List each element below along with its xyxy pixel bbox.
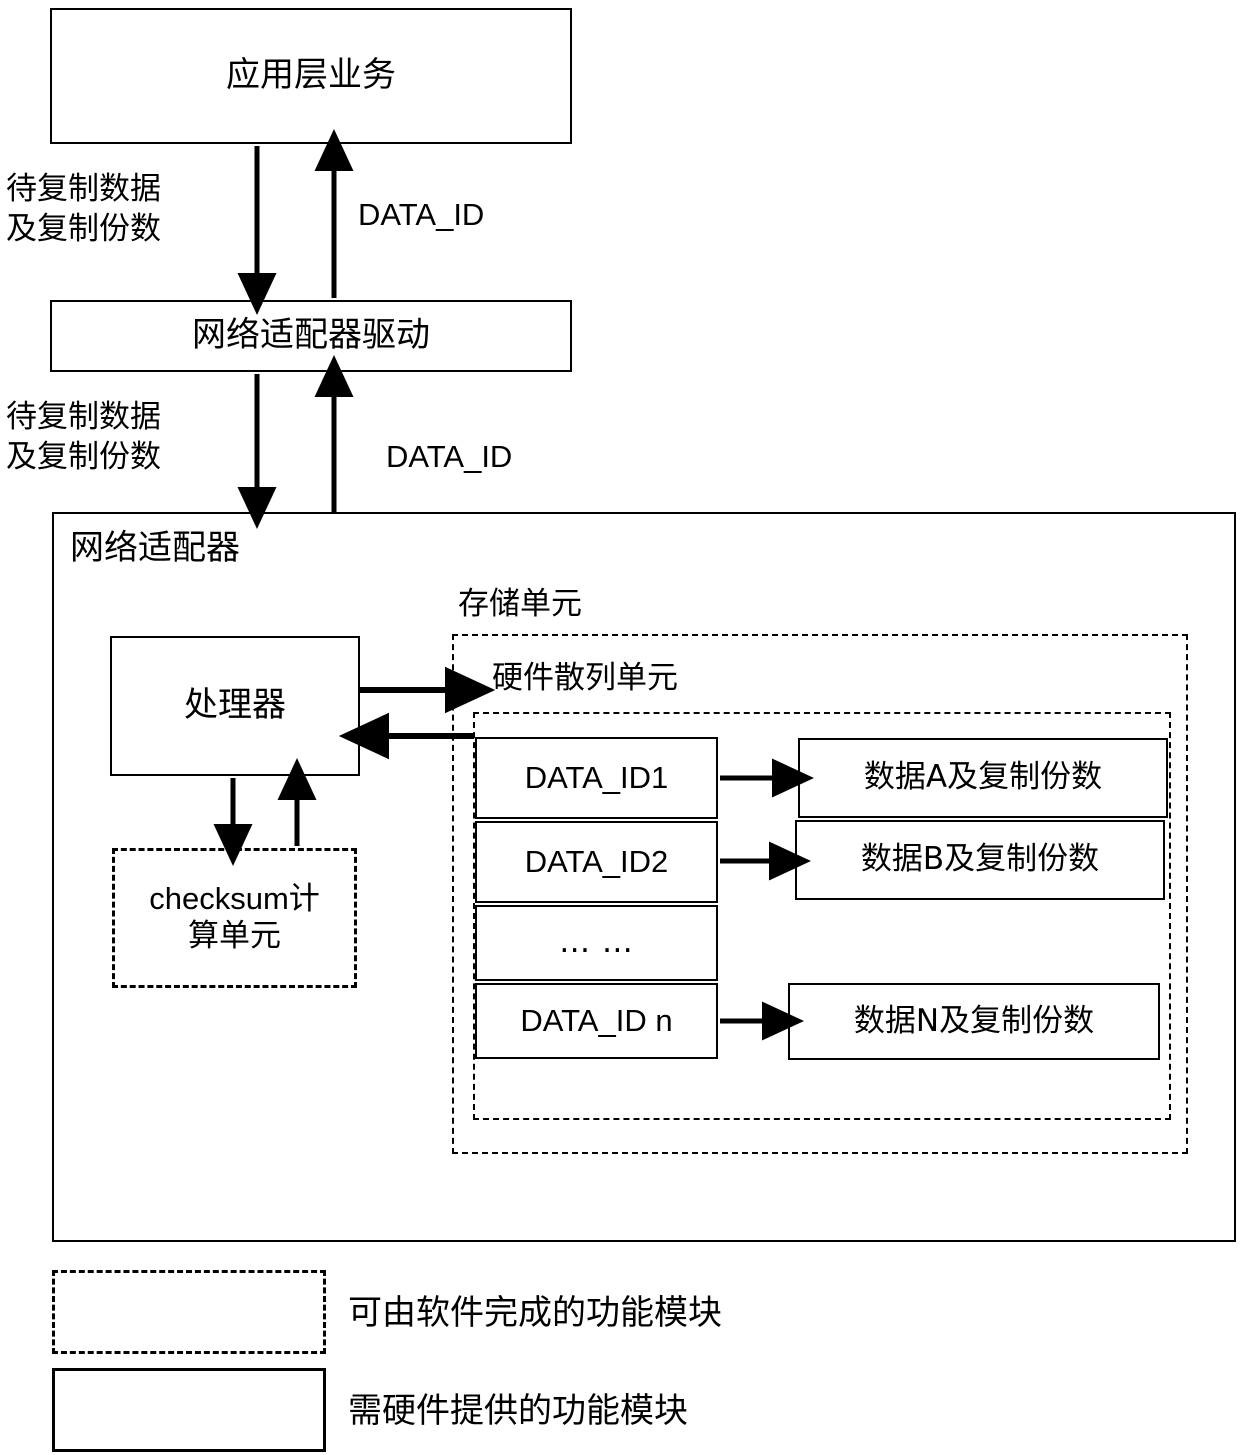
- up-flow-label-2: DATA_ID: [386, 439, 513, 474]
- hash-table-row-id-1: DATA_ID2: [475, 821, 718, 903]
- legend-swatch-hardware: [52, 1368, 326, 1452]
- down-flow-label-2-line2: 及复制份数: [6, 438, 161, 475]
- network-adapter-label: 网络适配器: [70, 528, 240, 568]
- storage-unit-label: 存储单元: [458, 586, 582, 622]
- hash-target-label-3: 数据N及复制份数: [853, 1002, 1095, 1039]
- up-flow-label-1: DATA_ID: [358, 197, 485, 232]
- hash-target-label-1: 数据B及复制份数: [860, 841, 1100, 878]
- network-adapter-architecture-diagram: 应用层业务 待复制数据 及复制份数 DATA_ID 网络适配器驱动 待复制数据 …: [0, 0, 1240, 1455]
- down-flow-label-1: 待复制数据 及复制份数: [6, 170, 236, 249]
- legend-label-software: 可由软件完成的功能模块: [348, 1293, 722, 1333]
- checksum-unit-label-line2: 算单元: [188, 918, 281, 954]
- hash-table-target-3: 数据N及复制份数: [788, 983, 1160, 1060]
- hardware-hash-unit-label: 硬件散列单元: [492, 660, 678, 696]
- nic-driver-box: 网络适配器驱动: [50, 300, 572, 372]
- down-flow-label-1-line2: 及复制份数: [6, 210, 161, 247]
- hash-table-row-id-3: DATA_ID n: [475, 983, 718, 1059]
- processor-label: 处理器: [184, 685, 286, 726]
- hash-table-target-1: 数据B及复制份数: [795, 820, 1165, 900]
- checksum-unit-label-line1: checksum计: [149, 881, 320, 917]
- down-flow-label-2: 待复制数据 及复制份数: [6, 398, 236, 477]
- legend-label-hardware: 需硬件提供的功能模块: [348, 1391, 688, 1431]
- hash-id-label-0: DATA_ID1: [524, 760, 669, 796]
- app-layer-service-label: 应用层业务: [226, 55, 396, 96]
- processor-box: 处理器: [110, 636, 360, 776]
- hash-id-label-3: DATA_ID n: [520, 1003, 673, 1039]
- nic-driver-label: 网络适配器驱动: [192, 315, 430, 356]
- hash-target-label-0: 数据A及复制份数: [863, 759, 1103, 796]
- down-flow-label-2-line1: 待复制数据: [6, 399, 161, 435]
- app-layer-service-box: 应用层业务: [50, 8, 572, 144]
- down-flow-label-1-line1: 待复制数据: [6, 171, 161, 207]
- hash-id-label-2: … …: [559, 924, 634, 961]
- hash-table-row-id-0: DATA_ID1: [475, 737, 718, 819]
- hash-table-target-0: 数据A及复制份数: [798, 738, 1168, 818]
- hash-table-row-id-2: … …: [475, 905, 718, 981]
- checksum-unit-box: checksum计 算单元: [112, 848, 357, 988]
- hash-id-label-1: DATA_ID2: [524, 844, 669, 880]
- legend-swatch-software: [52, 1270, 326, 1354]
